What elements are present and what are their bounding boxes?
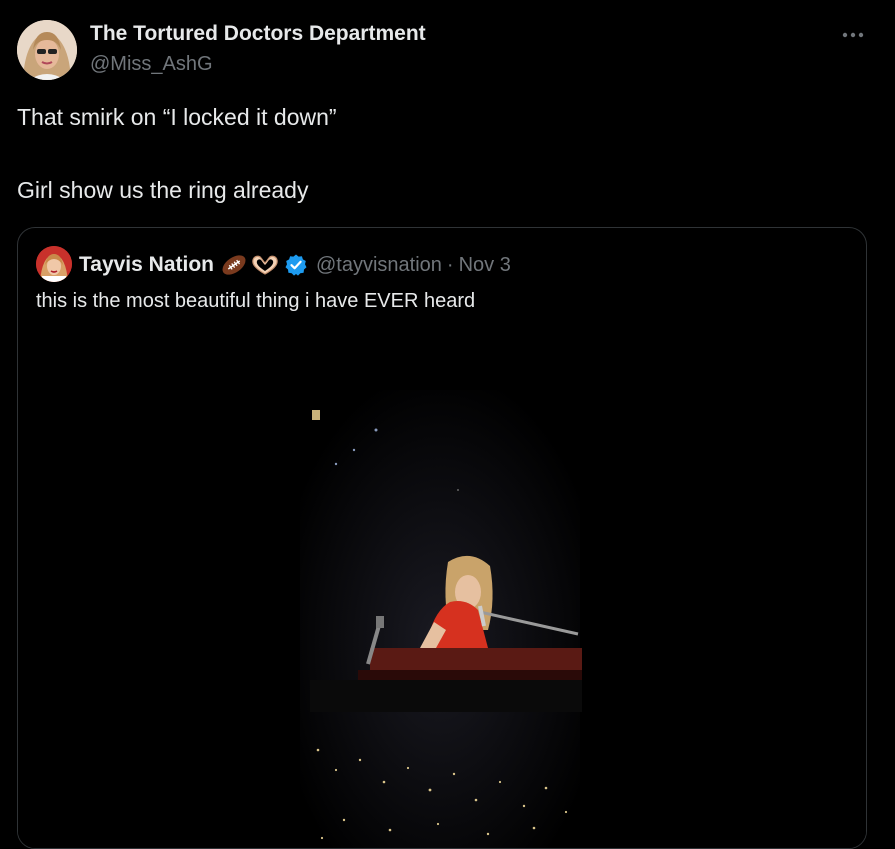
heart-hands-icon: [250, 253, 280, 277]
profile-photo-avatar: [17, 20, 77, 80]
quoted-tweet-media[interactable]: [18, 330, 866, 848]
more-dots-icon: [842, 32, 864, 38]
quoted-tweet-date[interactable]: Nov 3: [459, 254, 511, 277]
football-icon: [220, 253, 248, 277]
more-button[interactable]: [836, 22, 870, 48]
concert-video-thumbnail: [18, 330, 866, 848]
author-handle[interactable]: @Miss_AshG: [90, 53, 213, 76]
quoted-author-name[interactable]: Tayvis Nation: [79, 253, 214, 277]
quoted-tweet-card[interactable]: Tayvis Nation @tayvisnation · Nov 3 this…: [17, 227, 867, 849]
quoted-author-avatar[interactable]: [36, 246, 72, 282]
quoted-tweet-header: Tayvis Nation @tayvisnation · Nov 3: [79, 250, 511, 280]
profile-photo-avatar: [36, 246, 72, 282]
quoted-author-handle[interactable]: @tayvisnation: [316, 254, 442, 277]
tweet-text-line-1: That smirk on “I locked it down”: [17, 104, 337, 130]
separator-dot: ·: [446, 253, 454, 276]
quoted-tweet-text: this is the most beautiful thing i have …: [36, 290, 476, 312]
tweet[interactable]: The Tortured Doctors Department @Miss_As…: [0, 0, 895, 849]
author-name[interactable]: The Tortured Doctors Department: [90, 22, 426, 46]
author-avatar[interactable]: [17, 20, 77, 80]
tweet-text-line-2: Girl show us the ring already: [17, 177, 309, 203]
verified-badge-icon: [284, 253, 308, 277]
